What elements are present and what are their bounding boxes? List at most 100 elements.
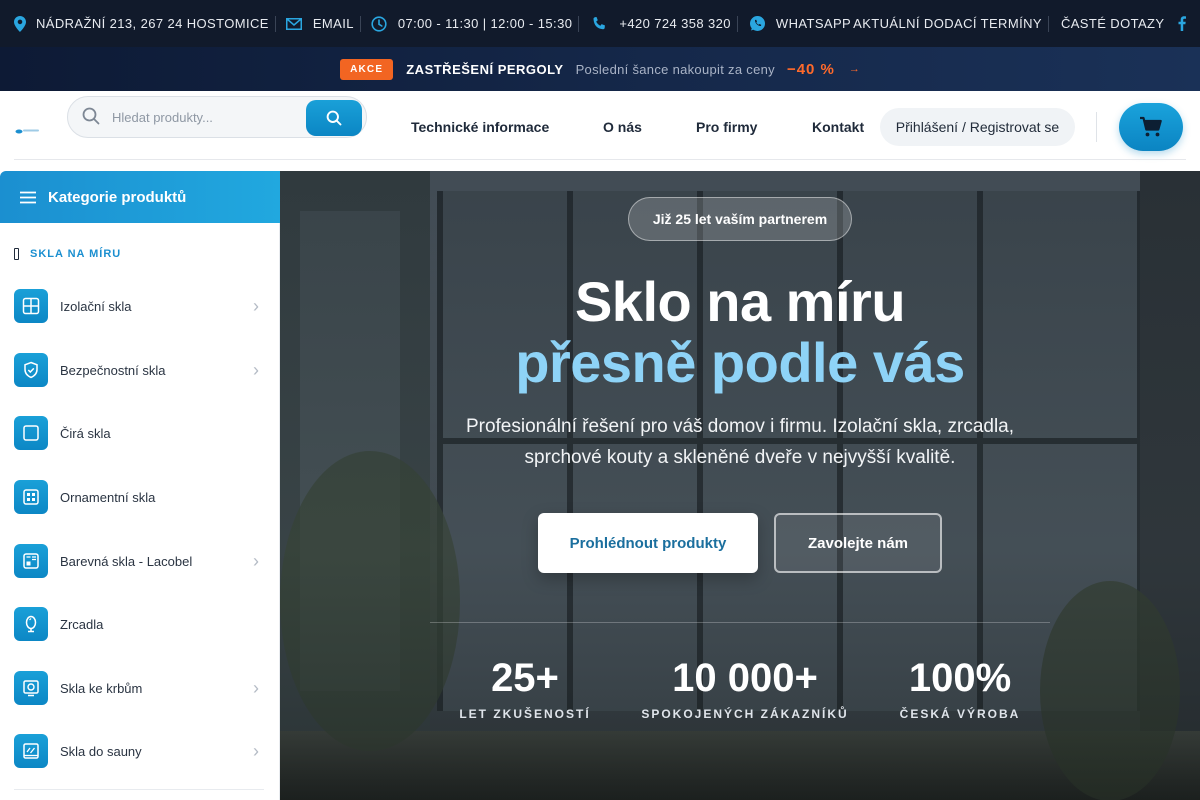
whatsapp-text: WHATSAPP: [775, 16, 852, 31]
sidebar-item-label: Čirá skla: [60, 425, 111, 441]
sidebar-item-insulating-glass[interactable]: Izolační skla ›: [0, 281, 279, 331]
delivery-text: AKTUÁLNÍ DODACÍ TERMÍNY: [853, 16, 1042, 31]
email-item[interactable]: EMAIL: [285, 16, 354, 31]
divider: [274, 15, 276, 32]
cart-icon: [1140, 116, 1162, 137]
mirror-icon: [14, 607, 48, 641]
section-heading: SKLA NA MÍRU: [14, 248, 121, 260]
hero-description: Profesionální řešení pro váš domov i fir…: [465, 416, 1015, 468]
partner-badge: Již 25 let vaším partnerem: [628, 197, 852, 241]
search-input[interactable]: [112, 100, 302, 134]
sidebar-item-label: Skla ke krbům: [60, 680, 143, 696]
stat-label: ČESKÁ VÝROBA: [899, 707, 1021, 721]
browse-products-button[interactable]: Prohlédnout produkty: [538, 513, 758, 573]
stat-label: SPOKOJENÝCH ZÁKAZNÍKŮ: [641, 707, 849, 721]
phone-text: +420 724 358 320: [619, 16, 731, 31]
address-item[interactable]: NÁDRAŽNÍ 213, 267 24 HOSTOMICE: [14, 15, 269, 32]
fireplace-icon: [14, 671, 48, 705]
nav-contact[interactable]: Kontakt: [812, 119, 864, 135]
hamburger-icon: [20, 191, 36, 203]
sidebar-item-clear-glass[interactable]: Čirá skla: [0, 408, 279, 458]
phone-item[interactable]: +420 724 358 320: [591, 16, 731, 32]
sidebar-item-label: Ornamentní skla: [60, 489, 156, 505]
hero-title: Sklo na míru: [574, 270, 906, 333]
chevron-right-icon: ›: [253, 359, 259, 380]
divider: [736, 15, 738, 32]
sidebar-item-label: Barevná skla - Lacobel: [60, 553, 193, 569]
facebook-icon: [1178, 16, 1187, 31]
envelope-icon: [285, 17, 302, 30]
shield-icon: [14, 353, 48, 387]
sidebar-item-mirrors[interactable]: Zrcadla: [0, 599, 279, 649]
search-icon: [82, 107, 100, 125]
divider: [578, 15, 580, 32]
stat-label: LET ZKUŠENOSTÍ: [459, 707, 591, 721]
sidebar-item-label: Skla do sauny: [60, 743, 142, 759]
chevron-right-icon: ›: [253, 740, 259, 761]
stat-value: 25+: [491, 656, 559, 700]
promo-arrow-icon: →: [848, 63, 860, 75]
sauna-icon: [14, 734, 48, 768]
chevron-right-icon: ›: [253, 677, 259, 698]
search-icon: [326, 110, 342, 126]
top-info-bar: NÁDRAŽNÍ 213, 267 24 HOSTOMICE EMAIL 07:…: [0, 0, 1200, 47]
call-us-button[interactable]: Zavolejte nám: [774, 513, 942, 573]
faq-link[interactable]: ČASTÉ DOTAZY: [1061, 16, 1165, 31]
logo[interactable]: [15, 127, 39, 135]
phone-icon: [593, 16, 606, 29]
sidebar-item-label: Bezpečnostní skla: [60, 362, 166, 378]
faq-text: ČASTÉ DOTAZY: [1060, 16, 1165, 31]
section-marker: [14, 248, 19, 260]
window-icon: [14, 289, 48, 323]
nav-for-companies[interactable]: Pro firmy: [696, 119, 757, 135]
hours-item: 07:00 - 11:30 | 12:00 - 15:30: [371, 15, 573, 32]
map-pin-icon: [14, 15, 26, 32]
email-text: EMAIL: [312, 16, 354, 31]
sidebar-item-ornament-glass[interactable]: Ornamentní skla: [0, 472, 279, 522]
category-header[interactable]: Kategorie produktů: [0, 171, 280, 223]
facebook-link[interactable]: [1178, 16, 1187, 31]
sidebar-item-fireplace-glass[interactable]: Skla ke krbům ›: [0, 663, 279, 713]
promo-discount: −40 %: [786, 60, 835, 78]
promo-banner[interactable]: AKCE ZASTŘEŠENÍ PERGOLY Poslední šance n…: [0, 47, 1200, 91]
section-label: SKLA NA MÍRU: [30, 248, 122, 260]
chevron-right-icon: ›: [253, 295, 259, 316]
palette-icon: [14, 544, 48, 578]
cart-button[interactable]: [1119, 103, 1183, 151]
divider: [1047, 15, 1049, 32]
chevron-right-icon: ›: [253, 550, 259, 571]
search-button[interactable]: [306, 100, 362, 136]
hero-section: Již 25 let vaším partnerem Sklo na míru …: [280, 171, 1200, 800]
divider: [1096, 112, 1097, 142]
nav-technical-info[interactable]: Technické informace: [411, 119, 549, 135]
sidebar-item-sauna-glass[interactable]: Skla do sauny ›: [0, 726, 279, 776]
whatsapp-item[interactable]: WHATSAPP: [749, 15, 851, 32]
divider: [359, 15, 361, 32]
hours-text: 07:00 - 11:30 | 12:00 - 15:30: [397, 16, 573, 31]
sidebar-item-label: Zrcadla: [60, 616, 104, 632]
hero-divider: [430, 622, 1050, 623]
stat-value: 100%: [908, 656, 1012, 700]
sidebar-divider: [14, 789, 264, 790]
category-title: Kategorie produktů: [48, 188, 187, 206]
clock-icon: [371, 15, 387, 32]
sidebar-item-safety-glass[interactable]: Bezpečnostní skla ›: [0, 345, 279, 395]
address-text: NÁDRAŽNÍ 213, 267 24 HOSTOMICE: [36, 16, 269, 31]
sidebar-item-label: Izolační skla: [60, 298, 132, 314]
stat-experience: 25+ LET ZKUŠENOSTÍ: [450, 656, 600, 721]
promo-title: ZASTŘEŠENÍ PERGOLY: [406, 61, 564, 77]
header-divider: [14, 159, 1186, 160]
stat-value: 10 000+: [672, 656, 818, 700]
stat-customers: 10 000+ SPOKOJENÝCH ZÁKAZNÍKŮ: [635, 656, 855, 721]
category-sidebar: Kategorie produktů SKLA NA MÍRU Izolační…: [0, 171, 280, 800]
square-icon: [14, 416, 48, 450]
delivery-terms-link[interactable]: AKTUÁLNÍ DODACÍ TERMÍNY: [853, 16, 1042, 31]
login-register-button[interactable]: Přihlášení / Registrovat se: [880, 108, 1075, 146]
sidebar-item-lacobel-glass[interactable]: Barevná skla - Lacobel ›: [0, 536, 279, 586]
nav-about[interactable]: O nás: [603, 119, 642, 135]
ornament-icon: [14, 480, 48, 514]
promo-subtitle: Poslední šance nakoupit za ceny: [575, 61, 775, 77]
stat-czech-production: 100% ČESKÁ VÝROBA: [890, 656, 1030, 721]
promo-badge: AKCE: [340, 58, 394, 80]
whatsapp-icon: [749, 16, 765, 31]
